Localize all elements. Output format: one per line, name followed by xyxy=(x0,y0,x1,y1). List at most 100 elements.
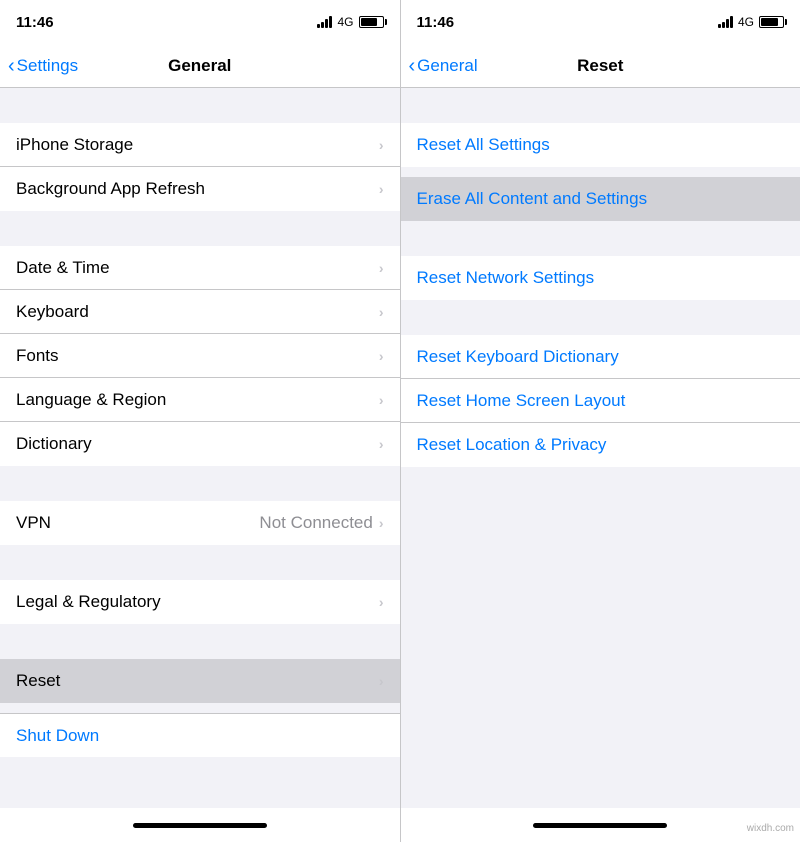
left-back-chevron-icon: ‹ xyxy=(8,56,15,76)
left-status-icons: 4G xyxy=(317,15,383,29)
spacer-2 xyxy=(0,211,400,246)
vpn-label: VPN xyxy=(16,513,51,533)
language-region-item[interactable]: Language & Region › xyxy=(0,378,400,422)
r-bottom-spacer xyxy=(401,467,800,767)
right-battery-fill xyxy=(761,18,778,26)
signal-bars-icon xyxy=(317,16,332,28)
rbar3 xyxy=(726,19,729,28)
right-status-bar: 11:46 4G xyxy=(401,0,800,44)
r-spacer-1 xyxy=(401,88,800,123)
watermark: wixdh.com xyxy=(747,823,794,834)
iphone-storage-item[interactable]: iPhone Storage › xyxy=(0,123,400,167)
r-spacer-3 xyxy=(401,300,800,335)
left-nav-title: General xyxy=(168,56,231,76)
left-nav-bar: ‹ Settings General xyxy=(0,44,400,88)
fonts-chevron-icon: › xyxy=(379,348,384,364)
right-back-label: General xyxy=(417,56,477,76)
right-signal-bars-icon xyxy=(718,16,733,28)
right-back-button[interactable]: ‹ General xyxy=(409,56,478,76)
spacer-5 xyxy=(0,624,400,659)
vpn-value: Not Connected xyxy=(259,513,372,533)
spacer-4 xyxy=(0,545,400,580)
spacer-6 xyxy=(0,703,400,713)
reset-item[interactable]: Reset › xyxy=(0,659,400,703)
vpn-section: VPN Not Connected › xyxy=(0,501,400,545)
vpn-item[interactable]: VPN Not Connected › xyxy=(0,501,400,545)
left-home-bar xyxy=(133,823,267,828)
erase-all-content-label: Erase All Content and Settings xyxy=(417,189,648,209)
right-home-bar xyxy=(533,823,667,828)
left-home-indicator xyxy=(0,808,400,842)
legal-chevron-icon: › xyxy=(379,594,384,610)
shut-down-item[interactable]: Shut Down xyxy=(0,713,400,757)
reset-keyboard-dict-item[interactable]: Reset Keyboard Dictionary xyxy=(401,335,800,379)
right-home-indicator xyxy=(401,808,800,842)
left-status-bar: 11:46 4G xyxy=(0,0,400,44)
datetime-section: Date & Time › Keyboard › Fonts › Languag… xyxy=(0,246,400,466)
right-panel: 11:46 4G ‹ General Reset xyxy=(401,0,800,842)
reset-network-section: Reset Network Settings xyxy=(401,256,800,300)
keyboard-home-section: Reset Keyboard Dictionary Reset Home Scr… xyxy=(401,335,800,467)
rbar1 xyxy=(718,24,721,28)
bar4 xyxy=(329,16,332,28)
background-app-refresh-label: Background App Refresh xyxy=(16,179,205,199)
iphone-storage-chevron-icon: › xyxy=(379,137,384,153)
keyboard-label: Keyboard xyxy=(16,302,89,322)
bar1 xyxy=(317,24,320,28)
reset-home-screen-item[interactable]: Reset Home Screen Layout xyxy=(401,379,800,423)
legal-regulatory-label: Legal & Regulatory xyxy=(16,592,161,612)
keyboard-chevron-icon: › xyxy=(379,304,384,320)
left-content: iPhone Storage › Background App Refresh … xyxy=(0,88,400,808)
dictionary-label: Dictionary xyxy=(16,434,92,454)
right-nav-title: Reset xyxy=(577,56,623,76)
left-back-button[interactable]: ‹ Settings xyxy=(8,56,78,76)
left-status-time: 11:46 xyxy=(16,14,54,31)
spacer-7 xyxy=(0,757,400,792)
battery-fill xyxy=(361,18,378,26)
reset-all-settings-item[interactable]: Reset All Settings xyxy=(401,123,800,167)
language-region-chevron-icon: › xyxy=(379,392,384,408)
dictionary-chevron-icon: › xyxy=(379,436,384,452)
keyboard-item[interactable]: Keyboard › xyxy=(0,290,400,334)
battery-icon xyxy=(359,16,384,28)
storage-refresh-section: iPhone Storage › Background App Refresh … xyxy=(0,123,400,211)
r-spacer-1b xyxy=(401,167,800,177)
right-back-chevron-icon: ‹ xyxy=(409,56,416,76)
shut-down-label: Shut Down xyxy=(16,726,99,746)
reset-keyboard-dict-label: Reset Keyboard Dictionary xyxy=(417,347,619,367)
reset-location-privacy-label: Reset Location & Privacy xyxy=(417,435,607,455)
bar3 xyxy=(325,19,328,28)
reset-home-screen-label: Reset Home Screen Layout xyxy=(417,391,626,411)
reset-all-section: Reset All Settings xyxy=(401,123,800,167)
r-spacer-2 xyxy=(401,221,800,256)
reset-network-item[interactable]: Reset Network Settings xyxy=(401,256,800,300)
right-nav-bar: ‹ General Reset xyxy=(401,44,800,88)
legal-regulatory-item[interactable]: Legal & Regulatory › xyxy=(0,580,400,624)
erase-all-content-item[interactable]: Erase All Content and Settings xyxy=(401,177,800,221)
shutdown-section: Shut Down xyxy=(0,713,400,757)
reset-location-privacy-item[interactable]: Reset Location & Privacy xyxy=(401,423,800,467)
reset-section: Reset › xyxy=(0,659,400,703)
language-region-label: Language & Region xyxy=(16,390,166,410)
date-time-item[interactable]: Date & Time › xyxy=(0,246,400,290)
reset-label: Reset xyxy=(16,671,60,691)
legal-section: Legal & Regulatory › xyxy=(0,580,400,624)
spacer-3 xyxy=(0,466,400,501)
left-back-label: Settings xyxy=(17,56,78,76)
background-app-refresh-item[interactable]: Background App Refresh › xyxy=(0,167,400,211)
left-network-label: 4G xyxy=(337,15,353,29)
fonts-item[interactable]: Fonts › xyxy=(0,334,400,378)
right-battery-icon xyxy=(759,16,784,28)
rbar4 xyxy=(730,16,733,28)
date-time-label: Date & Time xyxy=(16,258,110,278)
reset-chevron-icon: › xyxy=(379,673,384,689)
dictionary-item[interactable]: Dictionary › xyxy=(0,422,400,466)
reset-network-label: Reset Network Settings xyxy=(417,268,595,288)
right-network-label: 4G xyxy=(738,15,754,29)
background-chevron-icon: › xyxy=(379,181,384,197)
erase-section: Erase All Content and Settings xyxy=(401,177,800,221)
date-time-chevron-icon: › xyxy=(379,260,384,276)
rbar2 xyxy=(722,22,725,28)
fonts-label: Fonts xyxy=(16,346,59,366)
right-content: Reset All Settings Erase All Content and… xyxy=(401,88,800,808)
